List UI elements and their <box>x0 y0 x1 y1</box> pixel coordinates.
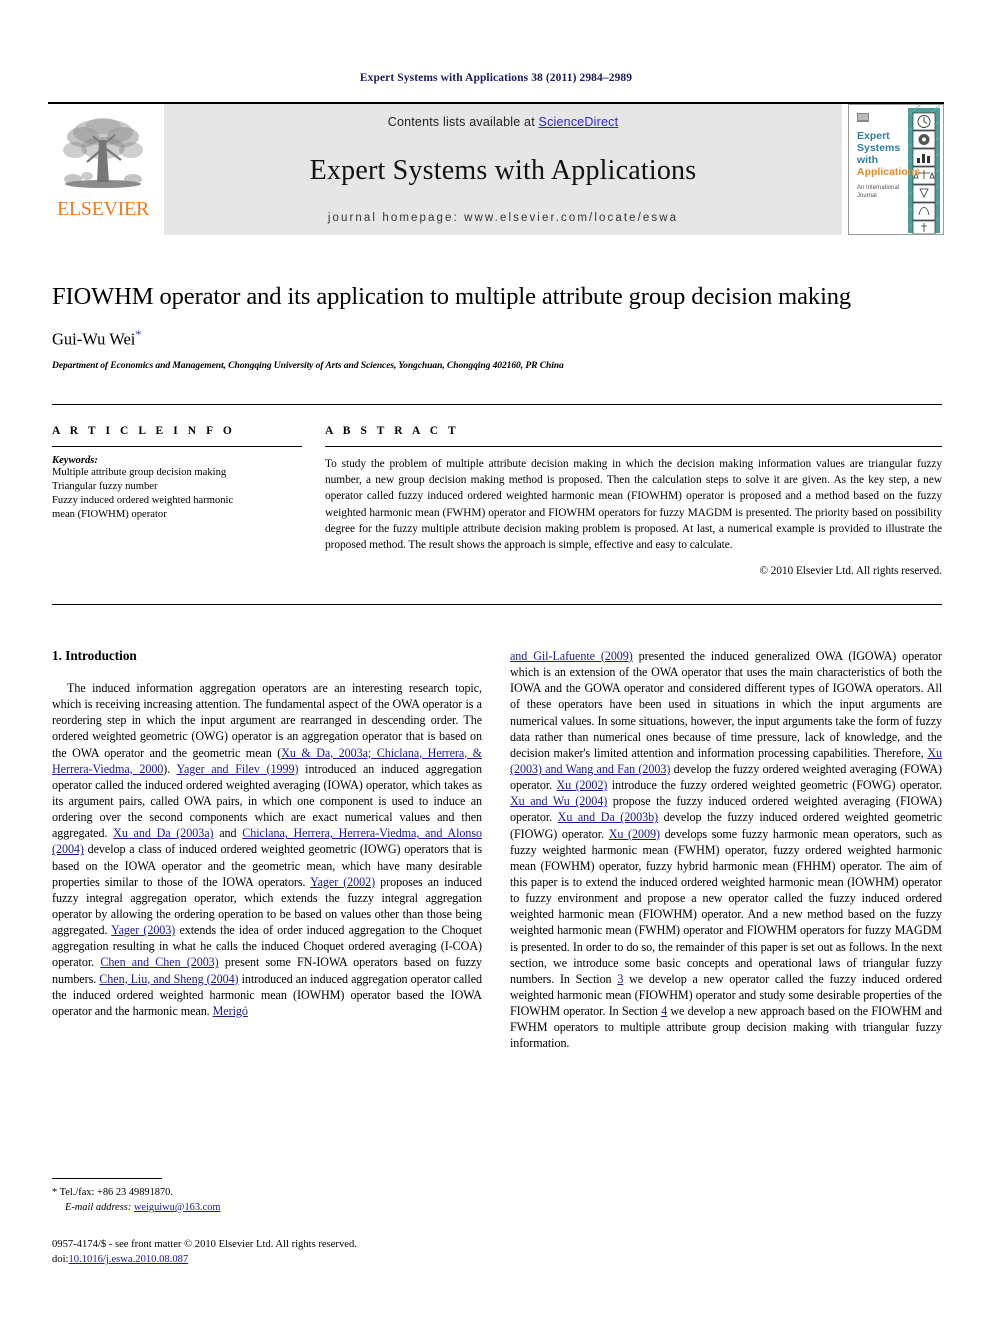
contents-prefix: Contents lists available at <box>387 115 539 129</box>
affiliation: Department of Economics and Management, … <box>52 359 564 371</box>
article-info-rule <box>52 446 302 447</box>
section-heading-introduction: 1. Introduction <box>52 648 137 663</box>
footnote-tel: * Tel./fax: +86 23 49891870. <box>52 1186 432 1201</box>
article-info-heading: A R T I C L E I N F O <box>52 425 236 437</box>
citation-link[interactable]: 3 <box>617 972 623 986</box>
footnote-rule <box>52 1178 162 1179</box>
citation-link[interactable]: Yager (2003) <box>111 923 175 937</box>
citation-link[interactable]: and Gil-Lafuente (2009) <box>510 649 633 663</box>
keyword-item: Fuzzy induced ordered weighted harmonic <box>52 494 234 506</box>
elsevier-wordmark: ELSEVIER <box>56 198 150 220</box>
citation-link[interactable]: Merigó <box>213 1004 248 1018</box>
abstract-column: A B S T R A C T To study the problem of … <box>325 425 942 577</box>
page-footer: 0957-4174/$ - see front matter © 2010 El… <box>52 1238 512 1268</box>
article-info-top-rule <box>52 404 942 405</box>
footnote-email: E-mail address: weiguiwu@163.com <box>52 1201 432 1216</box>
corresponding-author-marker: * <box>135 327 142 342</box>
issn-copyright-line: 0957-4174/$ - see front matter © 2010 El… <box>52 1239 357 1250</box>
contents-available-line: Contents lists available at ScienceDirec… <box>164 115 842 129</box>
intro-paragraph-left: The induced information aggregation oper… <box>52 681 483 1018</box>
citation-link[interactable]: Xu (2002) <box>556 778 607 792</box>
email-label: E-mail address: <box>65 1201 132 1213</box>
doi-line: doi:10.1016/j.eswa.2010.08.087 <box>52 1253 512 1268</box>
keyword-item: Triangular fuzzy number <box>52 480 158 492</box>
masthead-center-panel: Contents lists available at ScienceDirec… <box>164 104 842 235</box>
journal-cover-image: Expert Systems with Applications An Inte… <box>848 104 944 235</box>
sciencedirect-link[interactable]: ScienceDirect <box>539 115 619 129</box>
citation-link[interactable]: Xu (2009) <box>609 827 660 841</box>
citation-link[interactable]: Xu and Da (2003a) <box>113 826 213 840</box>
journal-masthead: ELSEVIER Contents lists available at Sci… <box>48 102 944 235</box>
citation-link[interactable]: 4 <box>661 1004 667 1018</box>
abstract-rule <box>325 446 942 447</box>
doi-label: doi: <box>52 1253 69 1265</box>
svg-text:Expert: Expert <box>857 130 890 142</box>
keyword-item: Multiple attribute group decision making <box>52 467 227 478</box>
author-line: Gui-Wu Wei* <box>52 327 942 350</box>
svg-text:Systems: Systems <box>857 142 900 154</box>
svg-text:with: with <box>856 154 878 166</box>
abstract-heading: A B S T R A C T <box>325 425 460 437</box>
keyword-item: mean (FIOWHM) operator <box>52 508 167 520</box>
svg-text:Journal: Journal <box>857 193 877 199</box>
footnote-marker: * <box>52 1187 58 1198</box>
journal-title: Expert Systems with Applications <box>309 154 697 186</box>
citation-link[interactable]: Chen, Liu, and Sheng (2004) <box>99 972 238 986</box>
page-title: FIOWHM operator and its application to m… <box>52 283 852 310</box>
elsevier-tree-icon <box>63 118 143 188</box>
author-name: Gui-Wu Wei <box>52 329 136 349</box>
keywords-label: Keywords: <box>52 455 98 466</box>
body-column-right: and Gil-Lafuente (2009) presented the in… <box>510 648 942 1052</box>
svg-text:An International: An International <box>857 185 899 191</box>
journal-article-page: Expert Systems with Applications 38 (201… <box>0 0 992 1323</box>
doi-link[interactable]: 10.1016/j.eswa.2010.08.087 <box>68 1254 188 1265</box>
corresponding-footnote: * Tel./fax: +86 23 49891870. E-mail addr… <box>52 1178 432 1216</box>
abstract-bottom-rule <box>52 604 942 605</box>
abstract-copyright: © 2010 Elsevier Ltd. All rights reserved… <box>759 565 943 578</box>
article-info-column: A R T I C L E I N F O Keywords: Multiple… <box>52 425 302 522</box>
email-link[interactable]: weiguiwu@163.com <box>134 1202 221 1213</box>
journal-homepage-link[interactable]: journal homepage: www.elsevier.com/locat… <box>164 212 842 224</box>
cover-artwork: Expert Systems with Applications An Inte… <box>849 105 943 234</box>
citation-link[interactable]: Xu and Wu (2004) <box>510 794 607 808</box>
elsevier-logo: ELSEVIER <box>48 104 158 235</box>
citation-link[interactable]: Xu (2003) and Wang and Fan (2003) <box>510 746 942 776</box>
citation-link[interactable]: Yager and Filev (1999) <box>177 762 299 776</box>
citation-link[interactable]: Xu and Da (2003b) <box>558 810 659 824</box>
citation-link[interactable]: Yager (2002) <box>310 875 375 889</box>
body-column-left: 1. Introduction The induced information … <box>52 648 482 1019</box>
svg-text:Applications: Applications <box>857 166 920 178</box>
running-head: Expert Systems with Applications 38 (201… <box>359 72 633 84</box>
abstract-text: To study the problem of multiple attribu… <box>325 458 942 551</box>
footnote-tel-text: Tel./fax: +86 23 49891870. <box>59 1187 173 1198</box>
title-block: FIOWHM operator and its application to m… <box>52 283 942 371</box>
citation-link[interactable]: Chen and Chen (2003) <box>100 955 218 969</box>
intro-paragraph-right: and Gil-Lafuente (2009) presented the in… <box>510 649 942 1051</box>
